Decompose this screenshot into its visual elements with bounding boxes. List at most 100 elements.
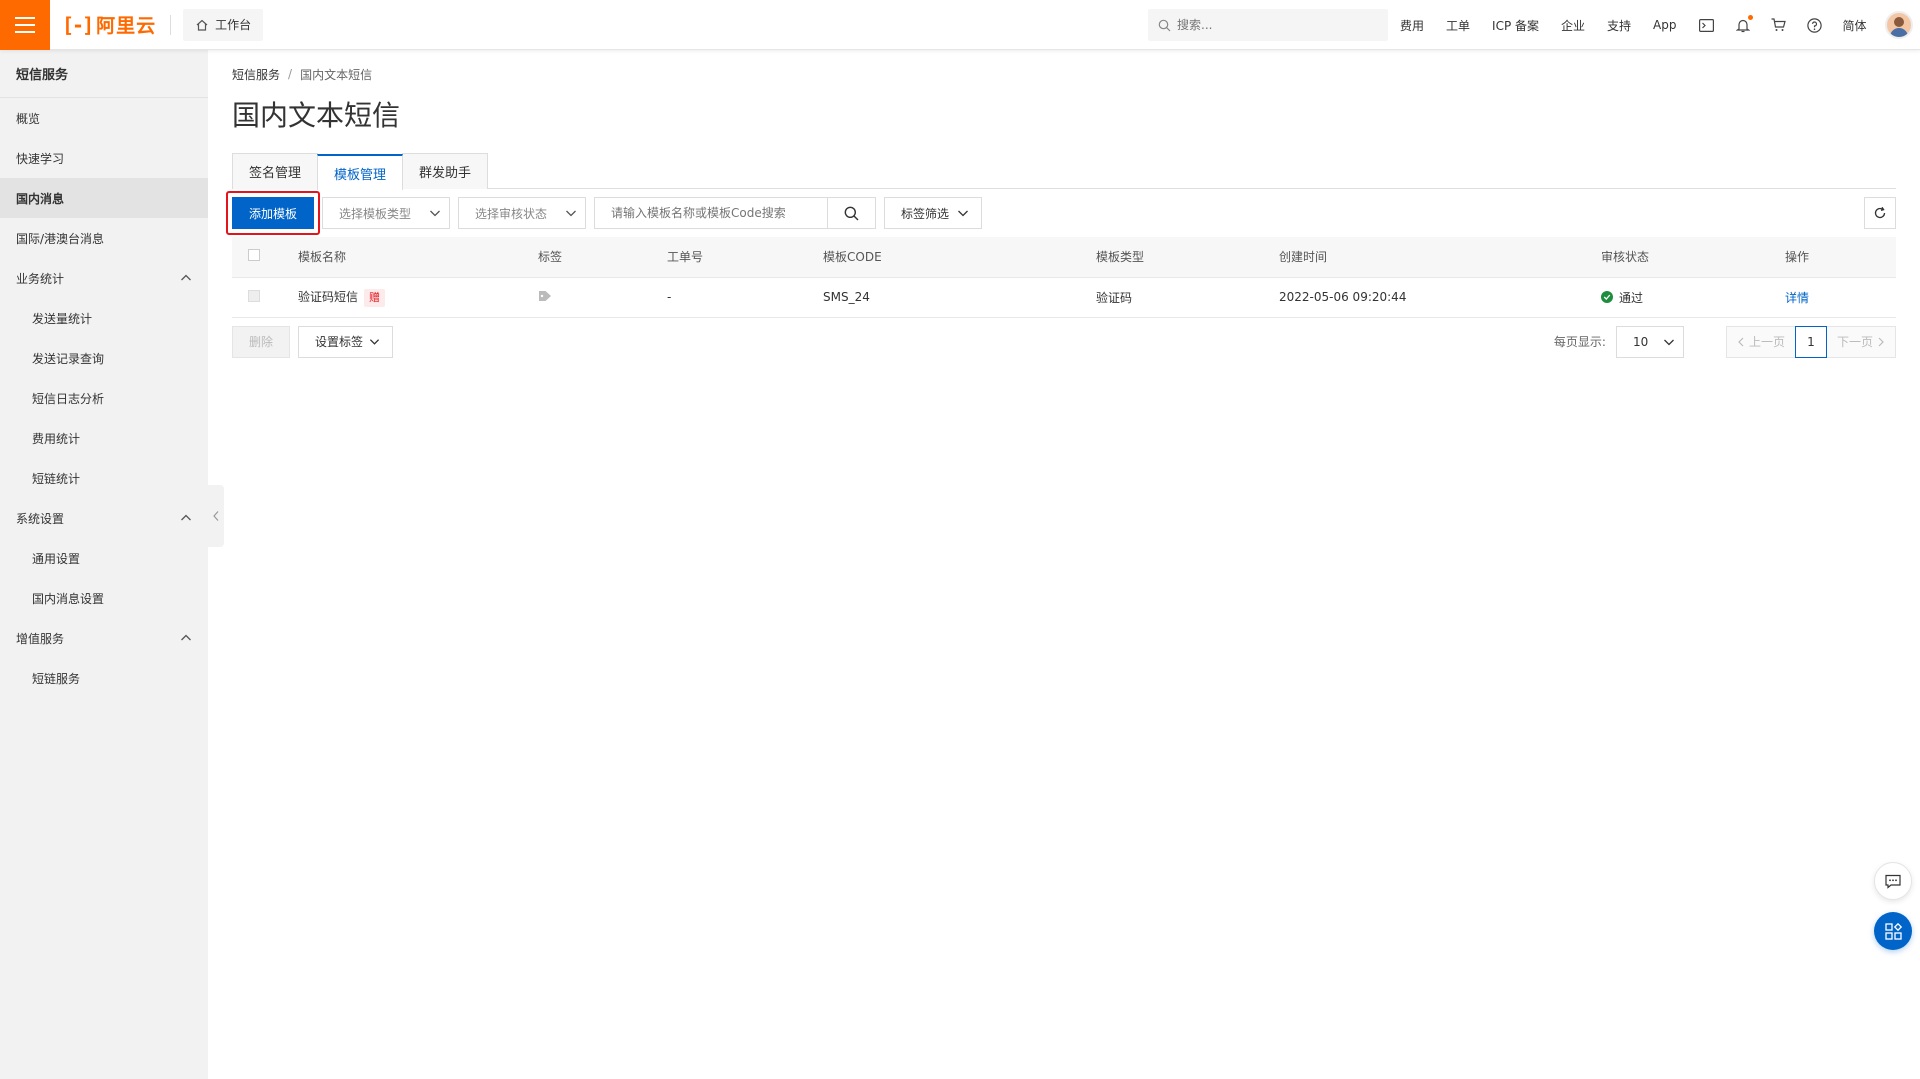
template-search-input[interactable] (595, 198, 827, 228)
logo-text: 阿里云 (96, 15, 157, 37)
review-status-select[interactable]: 选择审核状态 (458, 197, 586, 229)
sidebar-item-label: 国内消息 (16, 191, 65, 206)
delete-button[interactable]: 删除 (232, 325, 290, 358)
page-size-label: 每页显示: (1553, 335, 1606, 349)
chevron-down-icon (566, 210, 576, 217)
sidebar-item-international-messages[interactable]: 国际/港澳台消息 (0, 218, 208, 258)
chevron-down-icon (369, 339, 380, 345)
apps-button[interactable] (1874, 912, 1912, 950)
cart-icon[interactable] (1771, 17, 1787, 33)
top-link-app[interactable]: App (1653, 18, 1676, 32)
sidebar-item-label: 费用统计 (32, 431, 81, 446)
check-circle-icon (1601, 291, 1613, 303)
prev-page-label: 上一页 (1748, 335, 1785, 349)
sidebar-item-quick-start[interactable]: 快速学习 (0, 138, 208, 178)
tab-template-management[interactable]: 模板管理 (317, 154, 404, 190)
language-switch[interactable]: 简体 (1843, 17, 1867, 34)
page-size-select[interactable]: 10 (1615, 325, 1684, 358)
hamburger-menu-button[interactable] (0, 0, 50, 50)
tabs: 签名管理 模板管理 群发助手 (232, 153, 1896, 190)
pagination: 每页显示: 10 上一页 1 下一页 (1553, 325, 1896, 358)
chevron-down-icon (430, 210, 440, 217)
terminal-icon[interactable] (1699, 17, 1715, 33)
chevron-up-icon (181, 274, 191, 281)
breadcrumb-separator: / (288, 67, 293, 81)
workbench-button[interactable]: 工作台 (183, 8, 264, 41)
row-checkbox[interactable] (248, 289, 260, 302)
set-tag-label: 设置标签 (315, 335, 364, 349)
set-tag-button[interactable]: 设置标签 (298, 325, 394, 358)
select-all-checkbox[interactable] (248, 249, 260, 262)
refresh-icon (1874, 206, 1886, 219)
help-icon[interactable] (1807, 17, 1823, 33)
sidebar-item-overview[interactable]: 概览 (0, 98, 208, 138)
tag-filter-button[interactable]: 标签筛选 (884, 197, 983, 229)
review-status-cell: 通过 (1601, 277, 1785, 318)
tab-bulk-send-assistant[interactable]: 群发助手 (402, 153, 489, 189)
column-header: 模板类型 (1096, 237, 1279, 278)
sidebar-item-send-records[interactable]: 发送记录查询 (0, 338, 208, 378)
refresh-button[interactable] (1864, 197, 1896, 229)
sidebar-title: 短信服务 (0, 50, 208, 98)
top-link-icp[interactable]: ICP 备案 (1492, 17, 1539, 34)
sidebar-group-value-added[interactable]: 增值服务 (0, 618, 208, 658)
global-search-input[interactable] (1177, 18, 1377, 32)
search-icon (1158, 19, 1171, 31)
bell-icon[interactable] (1735, 15, 1753, 33)
template-type-select[interactable]: 选择模板类型 (322, 197, 450, 229)
next-page-label: 下一页 (1836, 335, 1873, 349)
top-link-billing[interactable]: 费用 (1400, 17, 1424, 34)
table-row: 验证码短信赠 - SMS_24 验证码 2022-05-06 09:20:44 … (232, 277, 1896, 318)
sidebar-item-label: 国际/港澳台消息 (16, 231, 105, 246)
sidebar-collapse-handle[interactable] (208, 485, 224, 547)
top-link-support[interactable]: 支持 (1607, 17, 1631, 34)
next-page-button[interactable]: 下一页 (1825, 325, 1896, 358)
avatar[interactable] (1884, 11, 1913, 39)
sidebar-item-log-analysis[interactable]: 短信日志分析 (0, 378, 208, 418)
tag-icon[interactable] (538, 290, 552, 302)
template-search-button[interactable] (827, 198, 875, 228)
add-template-wrapper: 添加模板 (226, 191, 320, 235)
chevron-down-icon (1664, 339, 1674, 345)
sidebar-item-label: 系统设置 (16, 511, 65, 526)
sidebar-item-domestic-settings[interactable]: 国内消息设置 (0, 578, 208, 618)
sidebar-group-system-settings[interactable]: 系统设置 (0, 498, 208, 538)
sidebar-item-label: 发送量统计 (32, 311, 93, 326)
global-search[interactable] (1148, 9, 1388, 41)
ticket-cell: - (667, 277, 823, 318)
sidebar-item-domestic-messages[interactable]: 国内消息 (0, 178, 208, 218)
notification-dot (1747, 15, 1753, 20)
sidebar-item-send-volume[interactable]: 发送量统计 (0, 298, 208, 338)
chevron-right-icon (1878, 337, 1884, 346)
page-number-current[interactable]: 1 (1794, 325, 1827, 358)
top-links: 费用 工单 ICP 备案 企业 支持 App 简体 (1400, 0, 1913, 50)
breadcrumb-root[interactable]: 短信服务 (232, 66, 280, 83)
review-status-placeholder: 选择审核状态 (475, 206, 548, 221)
search-icon (844, 206, 859, 220)
sidebar-group-business-stats[interactable]: 业务统计 (0, 258, 208, 298)
sidebar-item-label: 国内消息设置 (32, 591, 105, 606)
sidebar-item-cost-stats[interactable]: 费用统计 (0, 418, 208, 458)
aliyun-logo[interactable]: [-] 阿里云 (62, 0, 156, 50)
sidebar-item-short-link-service[interactable]: 短链服务 (0, 658, 208, 698)
top-link-ticket[interactable]: 工单 (1446, 17, 1470, 34)
sidebar-item-label: 发送记录查询 (32, 351, 105, 366)
chevron-left-icon (213, 511, 219, 521)
sidebar-item-general-settings[interactable]: 通用设置 (0, 538, 208, 578)
sidebar-item-label: 短链统计 (32, 471, 81, 486)
template-type-placeholder: 选择模板类型 (339, 206, 412, 221)
page-size-value: 10 (1632, 334, 1649, 349)
chevron-up-icon (181, 514, 191, 521)
top-link-enterprise[interactable]: 企业 (1561, 17, 1585, 34)
sidebar: 短信服务 概览 快速学习 国内消息 国际/港澳台消息 业务统计 发送量统计 发送… (0, 50, 208, 1079)
add-template-button[interactable]: 添加模板 (232, 197, 314, 229)
prev-page-button[interactable]: 上一页 (1725, 325, 1796, 358)
details-link[interactable]: 详情 (1785, 291, 1809, 305)
template-table: 模板名称 标签 工单号 模板CODE 模板类型 创建时间 审核状态 操作 验证码… (232, 237, 1896, 318)
tab-signature-management[interactable]: 签名管理 (232, 153, 319, 189)
feedback-chat-button[interactable] (1874, 862, 1912, 900)
table-footer: 删除 设置标签 每页显示: 10 上一页 1 下一页 (232, 325, 1896, 358)
column-header: 模板名称 (298, 237, 538, 278)
sidebar-item-label: 短链服务 (32, 671, 81, 686)
sidebar-item-short-link-stats[interactable]: 短链统计 (0, 458, 208, 498)
